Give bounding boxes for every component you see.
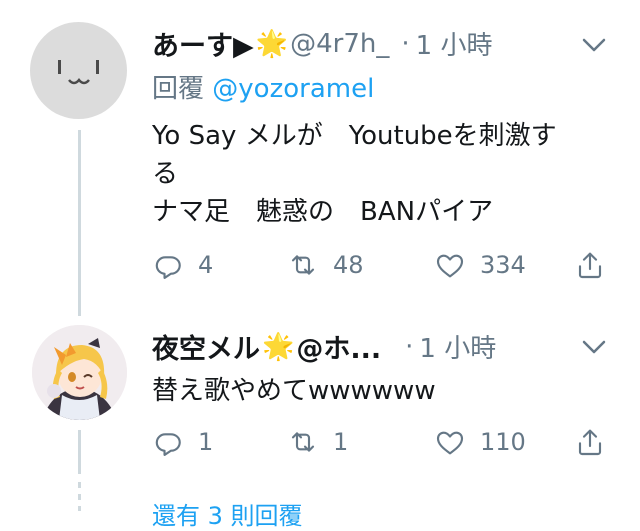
tweet-text-line: る (152, 159, 179, 189)
reply-icon (152, 426, 184, 458)
reply-count: 4 (198, 251, 214, 279)
mention-link[interactable]: @yozoramel (212, 74, 374, 104)
separator: · (401, 28, 410, 59)
heart-icon (434, 426, 466, 458)
heart-icon (434, 249, 466, 281)
reply-context: 回覆 @yozoramel (152, 68, 374, 105)
share-icon (574, 426, 606, 458)
share-icon (574, 249, 606, 281)
chevron-down-icon[interactable] (580, 35, 608, 55)
reply-prefix: 回覆 (152, 74, 205, 104)
thread-line (78, 130, 81, 316)
sun-emoji-icon: 🌟 (262, 331, 295, 362)
show-more-replies-link[interactable]: 還有 3 則回覆 (152, 496, 303, 531)
display-name[interactable]: あーす▶ (152, 24, 254, 63)
share-button[interactable] (574, 426, 606, 458)
reply-button[interactable]: 4 (152, 249, 213, 281)
chevron-down-icon[interactable] (580, 337, 608, 357)
kaomoji-avatar-icon[interactable] (30, 22, 127, 119)
timestamp[interactable]: 1 小時 (416, 25, 493, 62)
retweet-icon (287, 249, 319, 281)
like-count: 334 (480, 251, 526, 279)
tweet-actions: 1 1 110 (152, 426, 612, 460)
retweet-count: 1 (333, 428, 349, 456)
tweet-text-line: Yo Say メルが Youtubeを刺激す (152, 121, 557, 151)
tweet-text-line: ナマ足 魅惑の BANパイア (152, 197, 494, 227)
display-name[interactable]: 夜空メル (152, 327, 260, 366)
thread-line (78, 430, 81, 474)
tweet-text-line: 替え歌やめてwwwwww (152, 376, 436, 406)
anime-girl-avatar-icon[interactable] (32, 325, 127, 420)
like-button[interactable]: 334 (434, 249, 526, 281)
retweet-button[interactable]: 1 (287, 426, 348, 458)
thread-dots (78, 482, 81, 511)
retweet-icon (287, 426, 319, 458)
reply-icon (152, 249, 184, 281)
user-handle[interactable]: @ホ... (296, 327, 381, 366)
user-handle[interactable]: @4r7h_ (290, 29, 389, 59)
retweet-button[interactable]: 48 (287, 249, 364, 281)
tweet-actions: 4 48 334 (152, 249, 612, 283)
timestamp[interactable]: 1 小時 (419, 328, 496, 365)
retweet-count: 48 (333, 251, 364, 279)
share-button[interactable] (574, 249, 606, 281)
reply-count: 1 (198, 428, 214, 456)
like-count: 110 (480, 428, 526, 456)
sun-emoji-icon: 🌟 (255, 28, 289, 59)
like-button[interactable]: 110 (434, 426, 526, 458)
separator: · (405, 331, 414, 362)
reply-button[interactable]: 1 (152, 426, 213, 458)
